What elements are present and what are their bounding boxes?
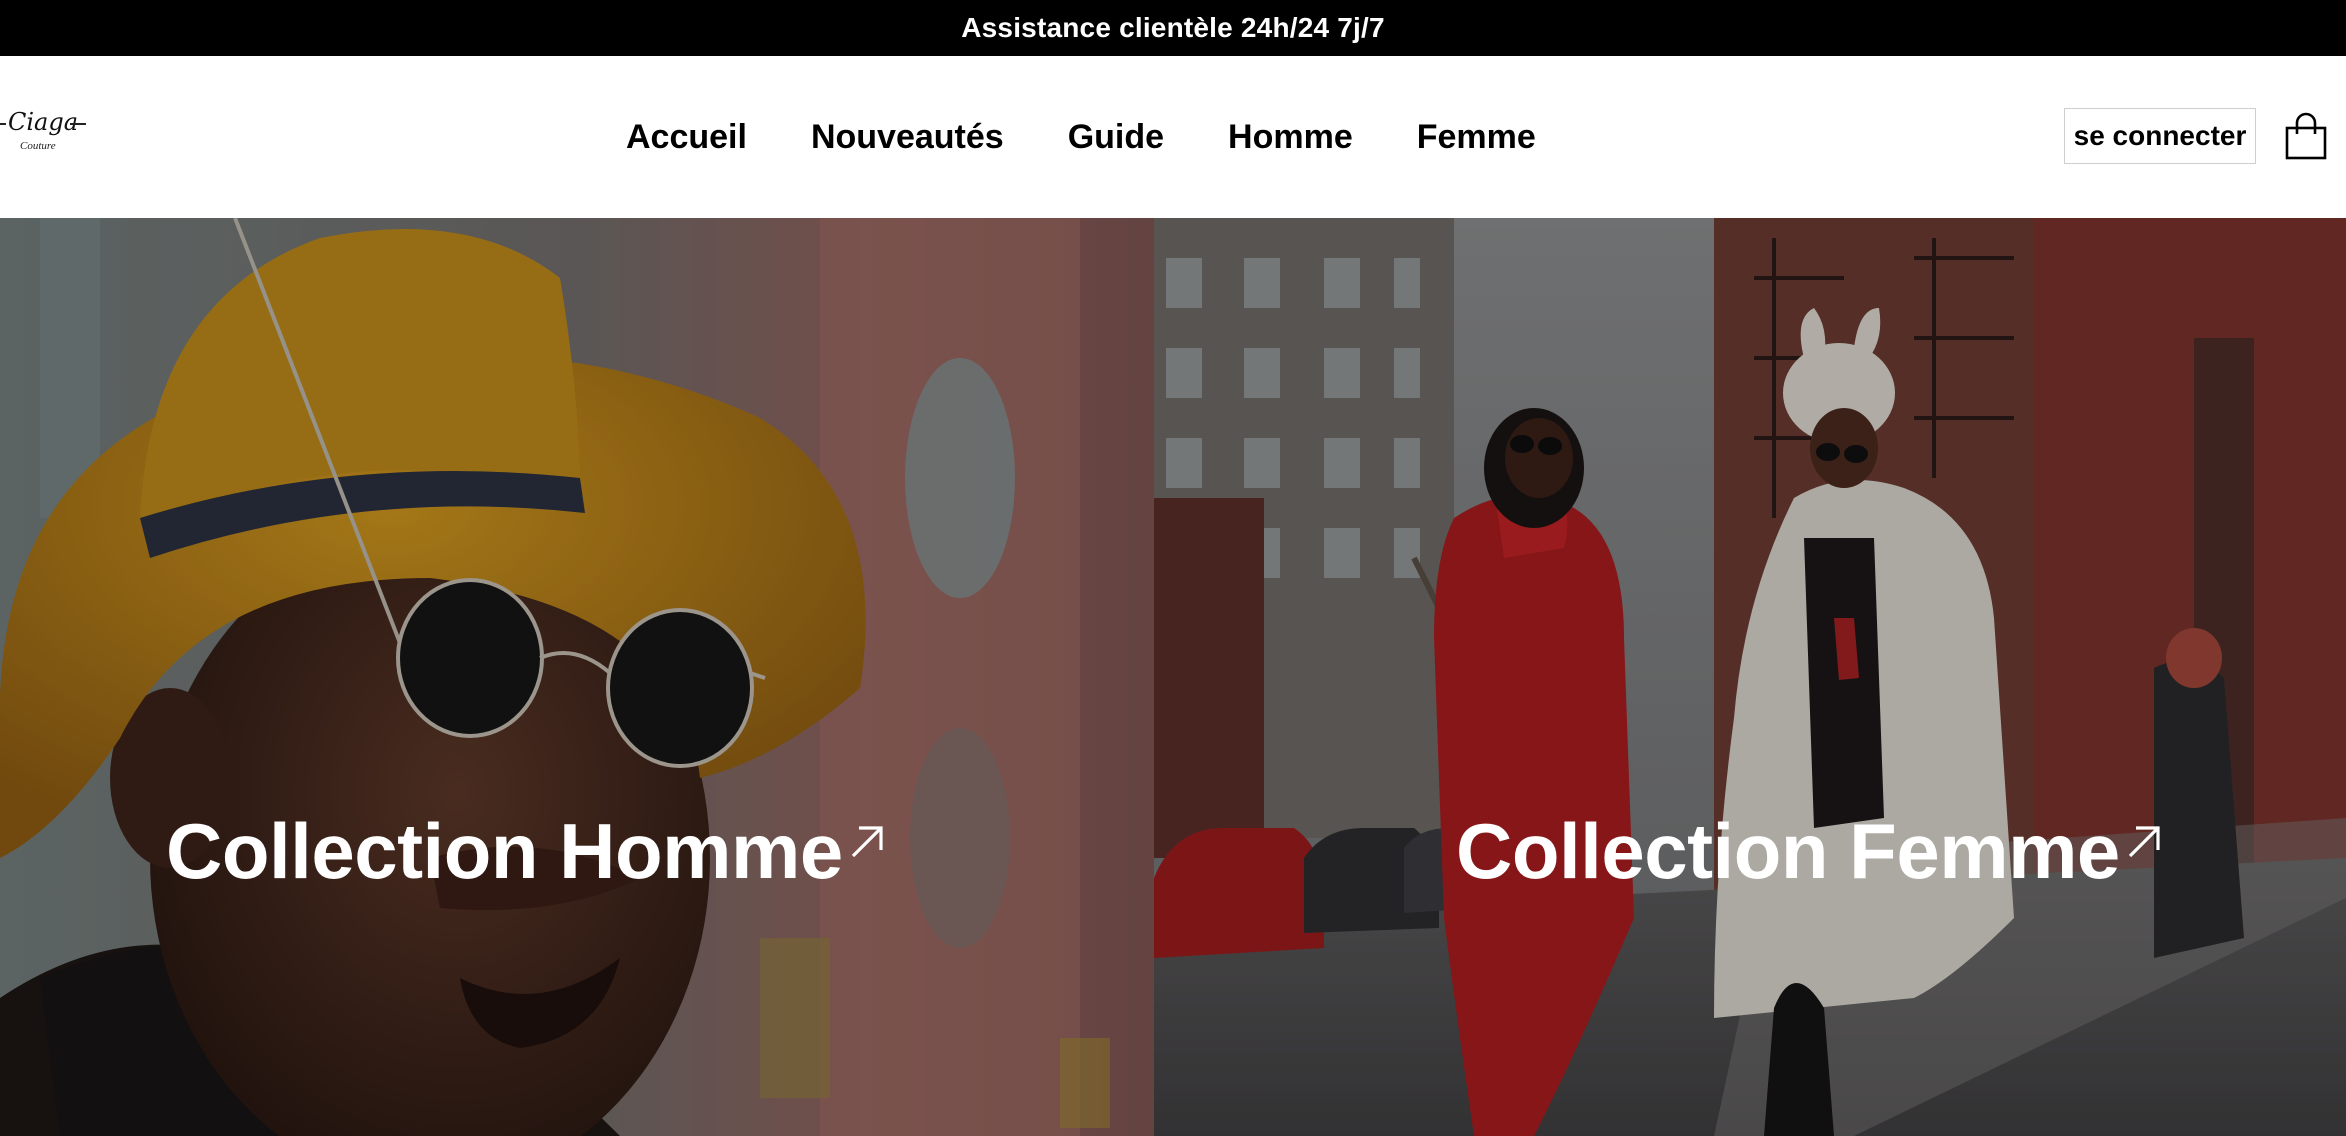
announcement-text: Assistance clientèle 24h/24 7j/7 xyxy=(961,12,1385,43)
nav-item-homme[interactable]: Homme xyxy=(1228,118,1353,157)
brand-logo[interactable]: Ciaga Couture xyxy=(0,106,90,166)
logo-subtitle: Couture xyxy=(20,140,56,152)
arrow-up-right-icon xyxy=(2128,826,2160,858)
main-nav: Accueil Nouveautés Guide Homme Femme xyxy=(626,56,1600,218)
nav-item-accueil[interactable]: Accueil xyxy=(626,118,747,157)
hero-collection-femme[interactable]: Collection Femme xyxy=(1154,218,2346,1136)
hero-homme-title-wrap[interactable]: Collection Homme xyxy=(166,806,887,897)
arrow-up-right-icon xyxy=(851,826,883,858)
logo-dash-left xyxy=(0,123,6,125)
nav-item-nouveautes[interactable]: Nouveautés xyxy=(811,118,1004,157)
hero-femme-image xyxy=(1154,218,2346,1136)
shopping-bag-icon[interactable] xyxy=(2284,112,2328,160)
nav-item-femme[interactable]: Femme xyxy=(1417,118,1536,157)
hero-collection-homme[interactable]: Collection Homme xyxy=(0,218,1154,1136)
site-header: Ciaga Couture Accueil Nouveautés Guide H… xyxy=(0,56,2346,218)
nav-item-guide[interactable]: Guide xyxy=(1068,118,1164,157)
logo-name: Ciaga xyxy=(8,108,79,136)
hero-femme-title: Collection Femme xyxy=(1456,807,2120,895)
hero-homme-title: Collection Homme xyxy=(166,807,843,895)
announcement-bar: Assistance clientèle 24h/24 7j/7 xyxy=(0,0,2346,56)
login-button[interactable]: se connecter xyxy=(2064,108,2256,164)
logo-dash-right xyxy=(70,123,86,125)
hero-homme-image xyxy=(0,218,1154,1136)
hero-femme-title-wrap[interactable]: Collection Femme xyxy=(1456,806,2164,897)
